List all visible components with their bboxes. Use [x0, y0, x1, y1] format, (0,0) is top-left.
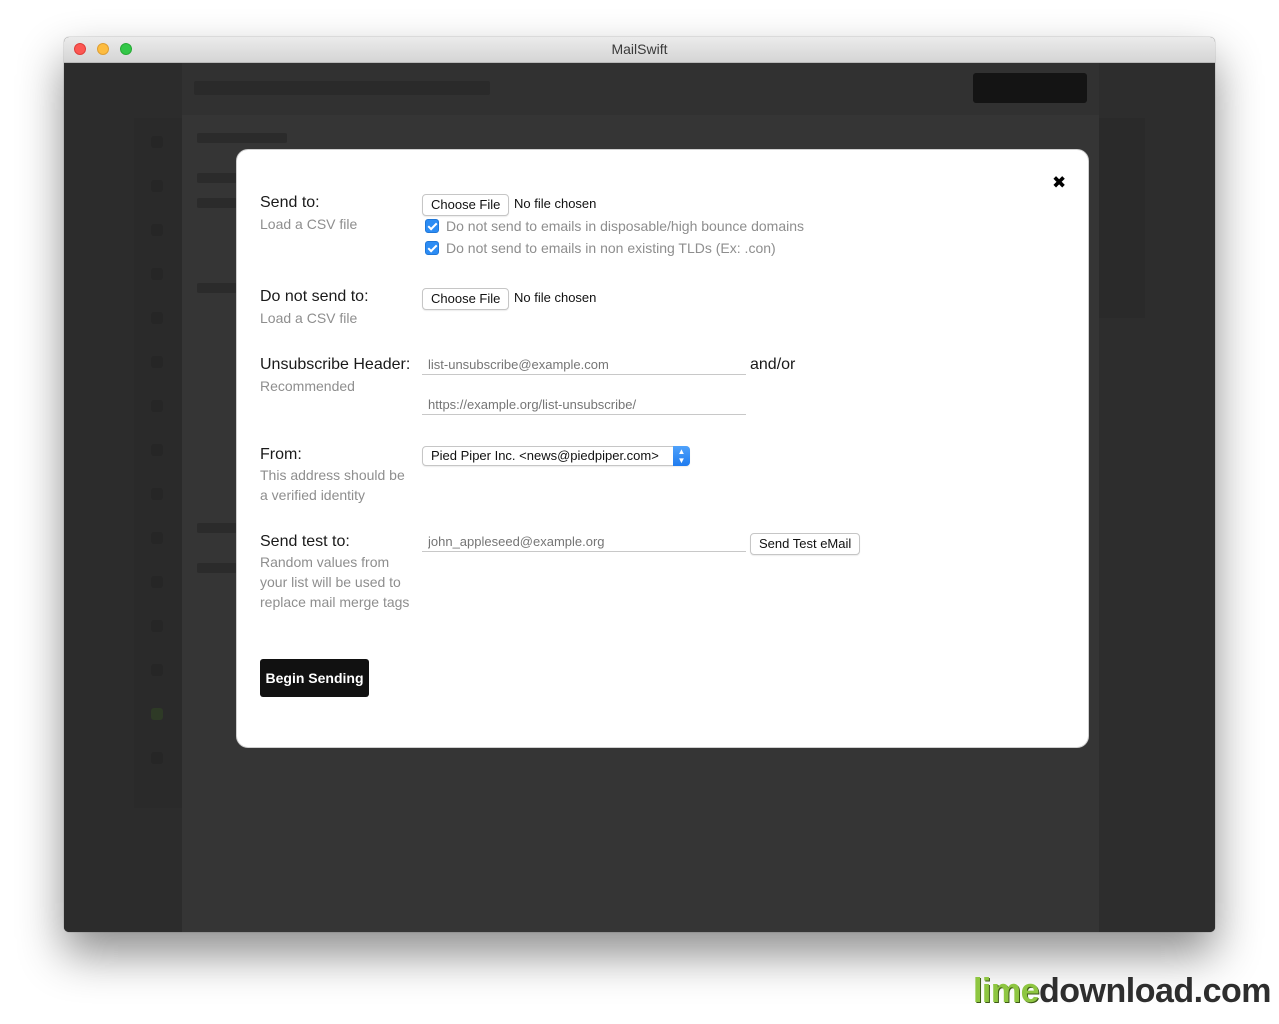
background-icon-rail — [134, 118, 182, 808]
watermark-lime: lime — [972, 972, 1040, 1010]
do-not-send-to-label: Do not send to: — [260, 288, 369, 305]
watermark-download: download.com — [1039, 972, 1272, 1010]
send-test-hint-line1: Random values from — [260, 554, 390, 570]
send-test-hint-line2: your list will be used to — [260, 574, 401, 590]
watermark-logo: limedownload.com — [972, 972, 1272, 1011]
andor-label: and/or — [750, 356, 796, 373]
send-test-hint-line3: replace mail merge tags — [260, 594, 410, 610]
nonexisting-tlds-label: Do not send to emails in non existing TL… — [446, 240, 776, 256]
unsubscribe-header-hint: Recommended — [260, 378, 355, 394]
send-modal: ✖ Send to: Load a CSV file Choose File N… — [236, 149, 1089, 748]
send-test-to-label: Send test to: — [260, 533, 350, 550]
disposable-domains-label: Do not send to emails in disposable/high… — [446, 218, 805, 234]
from-label: From: — [260, 446, 302, 463]
chevron-updown-icon: ▲ ▼ — [673, 446, 690, 466]
from-select-value: Pied Piper Inc. <news@piedpiper.com> — [431, 448, 659, 463]
do-not-send-to-choose-file-button[interactable]: Choose File — [422, 288, 510, 310]
send-to-file-status: No file chosen — [514, 196, 597, 211]
disposable-domains-checkbox[interactable] — [425, 219, 439, 233]
unsubscribe-url-input[interactable] — [422, 395, 746, 415]
do-not-send-to-hint: Load a CSV file — [260, 310, 358, 326]
nonexisting-tlds-checkbox[interactable] — [425, 241, 439, 255]
from-hint-line2: a verified identity — [260, 487, 366, 503]
background-header — [182, 63, 1099, 115]
unsubscribe-header-label: Unsubscribe Header: — [260, 356, 411, 373]
send-to-choose-file-button[interactable]: Choose File — [422, 194, 510, 216]
from-select[interactable]: Pied Piper Inc. <news@piedpiper.com> ▲ ▼ — [422, 446, 690, 466]
titlebar: MailSwift — [64, 37, 1215, 63]
send-test-email-button[interactable]: Send Test eMail — [750, 533, 861, 555]
from-hint-line1: This address should be — [260, 467, 405, 483]
close-icon[interactable]: ✖ — [1052, 174, 1066, 191]
unsubscribe-email-input[interactable] — [422, 355, 746, 375]
begin-sending-button[interactable]: Begin Sending — [260, 659, 369, 697]
background-right-rail — [1099, 118, 1145, 318]
do-not-send-to-file-status: No file chosen — [514, 290, 597, 305]
send-to-hint: Load a CSV file — [260, 216, 358, 232]
send-to-label: Send to: — [260, 194, 320, 211]
window-title: MailSwift — [611, 41, 668, 57]
send-test-email-input[interactable] — [422, 532, 746, 552]
